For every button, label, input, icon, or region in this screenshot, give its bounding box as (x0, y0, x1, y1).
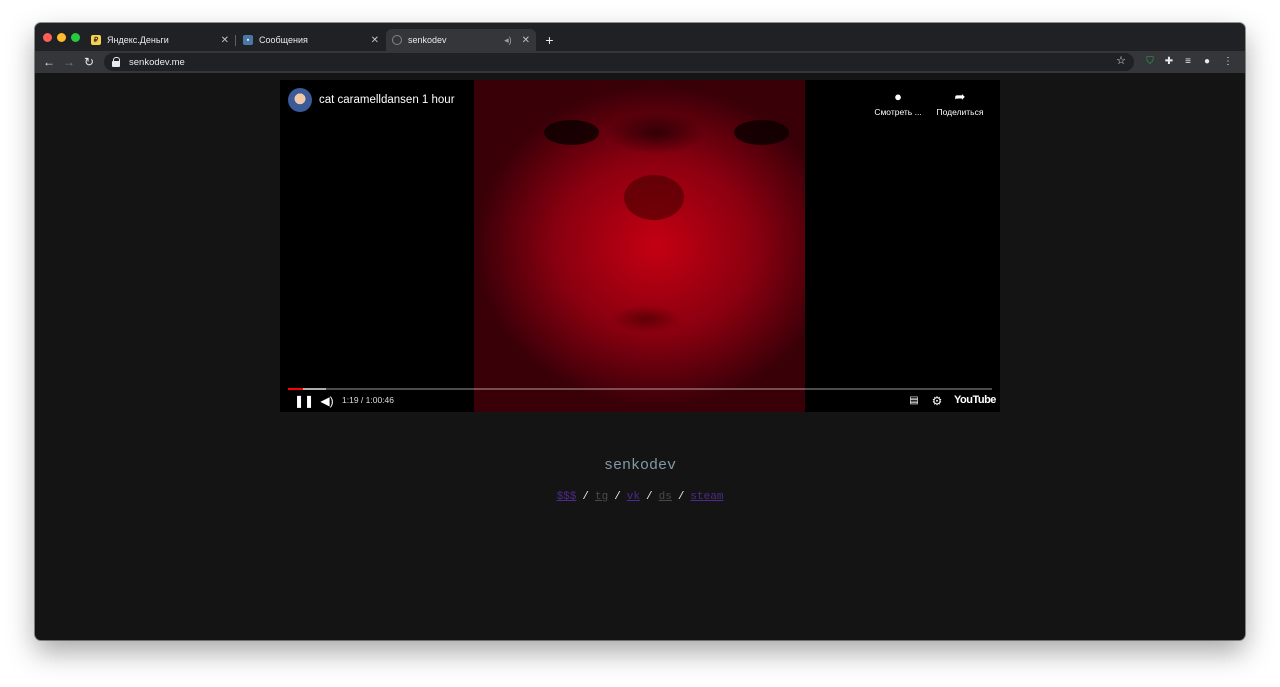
profile-avatar[interactable]: ● (1200, 55, 1214, 69)
link-separator: / (677, 491, 685, 503)
channel-avatar[interactable] (288, 88, 312, 112)
globe-icon (392, 35, 402, 45)
minimize-window-button[interactable] (57, 33, 66, 42)
share-label: Поделиться (936, 107, 984, 117)
site-title: senkodev (603, 457, 676, 474)
tab-label: senkodev (408, 35, 447, 45)
tab-strip: ₽ Яндекс.Деньги ✕ ▪ Сообщения ✕ senkodev… (35, 23, 1245, 51)
progress-bar[interactable] (288, 388, 992, 390)
shield-extension-icon[interactable]: ⛉ (1143, 55, 1157, 69)
tab-divider (235, 35, 236, 46)
address-bar[interactable]: senkodev.me ☆ (104, 53, 1134, 71)
audio-playing-icon[interactable]: ◂) (504, 35, 512, 46)
browser-window: ₽ Яндекс.Деньги ✕ ▪ Сообщения ✕ senkodev… (35, 23, 1245, 640)
volume-icon[interactable]: ◀) (318, 393, 336, 409)
link-separator: / (614, 491, 621, 503)
reload-button[interactable]: ↻ (81, 54, 97, 70)
youtube-player[interactable]: cat caramelldansen 1 hour ● Смотреть ...… (280, 80, 1000, 412)
watch-later-button[interactable]: ● Смотреть ... (868, 89, 928, 117)
bookmark-star-icon[interactable]: ☆ (1116, 54, 1126, 67)
close-tab-icon[interactable]: ✕ (371, 35, 379, 46)
subtitles-icon[interactable]: ▤ (906, 393, 922, 409)
watch-later-label: Смотреть ... (874, 107, 922, 117)
tab-yandex-money[interactable]: ₽ Яндекс.Деньги ✕ (85, 29, 235, 51)
video-frame[interactable] (474, 80, 805, 412)
social-links: $$$ / tg / vk / ds / steam (35, 491, 1245, 503)
lock-icon[interactable] (112, 57, 121, 67)
tab-messages[interactable]: ▪ Сообщения ✕ (237, 29, 385, 51)
video-image-detail (624, 175, 684, 220)
progress-played (288, 388, 304, 390)
share-button[interactable]: ➦ Поделиться (930, 89, 990, 117)
youtube-logo[interactable]: YouTube (954, 394, 996, 406)
close-tab-icon[interactable]: ✕ (522, 35, 530, 46)
link-steam[interactable]: steam (690, 491, 723, 503)
share-arrow-icon: ➦ (954, 89, 966, 104)
maximize-window-button[interactable] (71, 33, 80, 42)
tab-label: Сообщения (259, 35, 308, 45)
link-money[interactable]: $$$ (557, 491, 577, 503)
close-window-button[interactable] (43, 33, 52, 42)
clock-icon: ● (894, 89, 902, 104)
link-separator: / (646, 491, 653, 503)
video-image-detail (734, 120, 789, 145)
video-title[interactable]: cat caramelldansen 1 hour (319, 94, 455, 106)
close-tab-icon[interactable]: ✕ (221, 35, 229, 46)
vk-messages-icon: ▪ (243, 35, 253, 45)
tab-label: Яндекс.Деньги (107, 35, 169, 45)
forward-button[interactable]: → (61, 54, 77, 70)
video-image-detail (544, 120, 599, 145)
link-ds[interactable]: ds (659, 491, 672, 503)
page-content: cat caramelldansen 1 hour ● Смотреть ...… (35, 73, 1245, 640)
settings-gear-icon[interactable]: ⚙ (929, 393, 945, 409)
browser-menu-icon[interactable]: ⋮ (1221, 55, 1235, 69)
pause-button[interactable]: ❚❚ (294, 393, 314, 409)
link-vk[interactable]: vk (627, 491, 640, 503)
link-tg[interactable]: tg (595, 491, 608, 503)
new-tab-button[interactable]: + (541, 32, 558, 49)
link-separator: / (582, 491, 589, 503)
browser-toolbar: ← → ↻ senkodev.me ☆ ⛉ ✚ ≡ ● ⋮ (35, 51, 1245, 73)
back-button[interactable]: ← (41, 54, 57, 70)
url-text: senkodev.me (129, 56, 185, 68)
yandex-money-icon: ₽ (91, 35, 101, 45)
tab-senkodev[interactable]: senkodev ◂) ✕ (386, 29, 536, 51)
extensions-puzzle-icon[interactable]: ✚ (1162, 55, 1176, 69)
time-display: 1:19 / 1:00:46 (342, 395, 394, 405)
media-control-icon[interactable]: ≡ (1181, 55, 1195, 69)
